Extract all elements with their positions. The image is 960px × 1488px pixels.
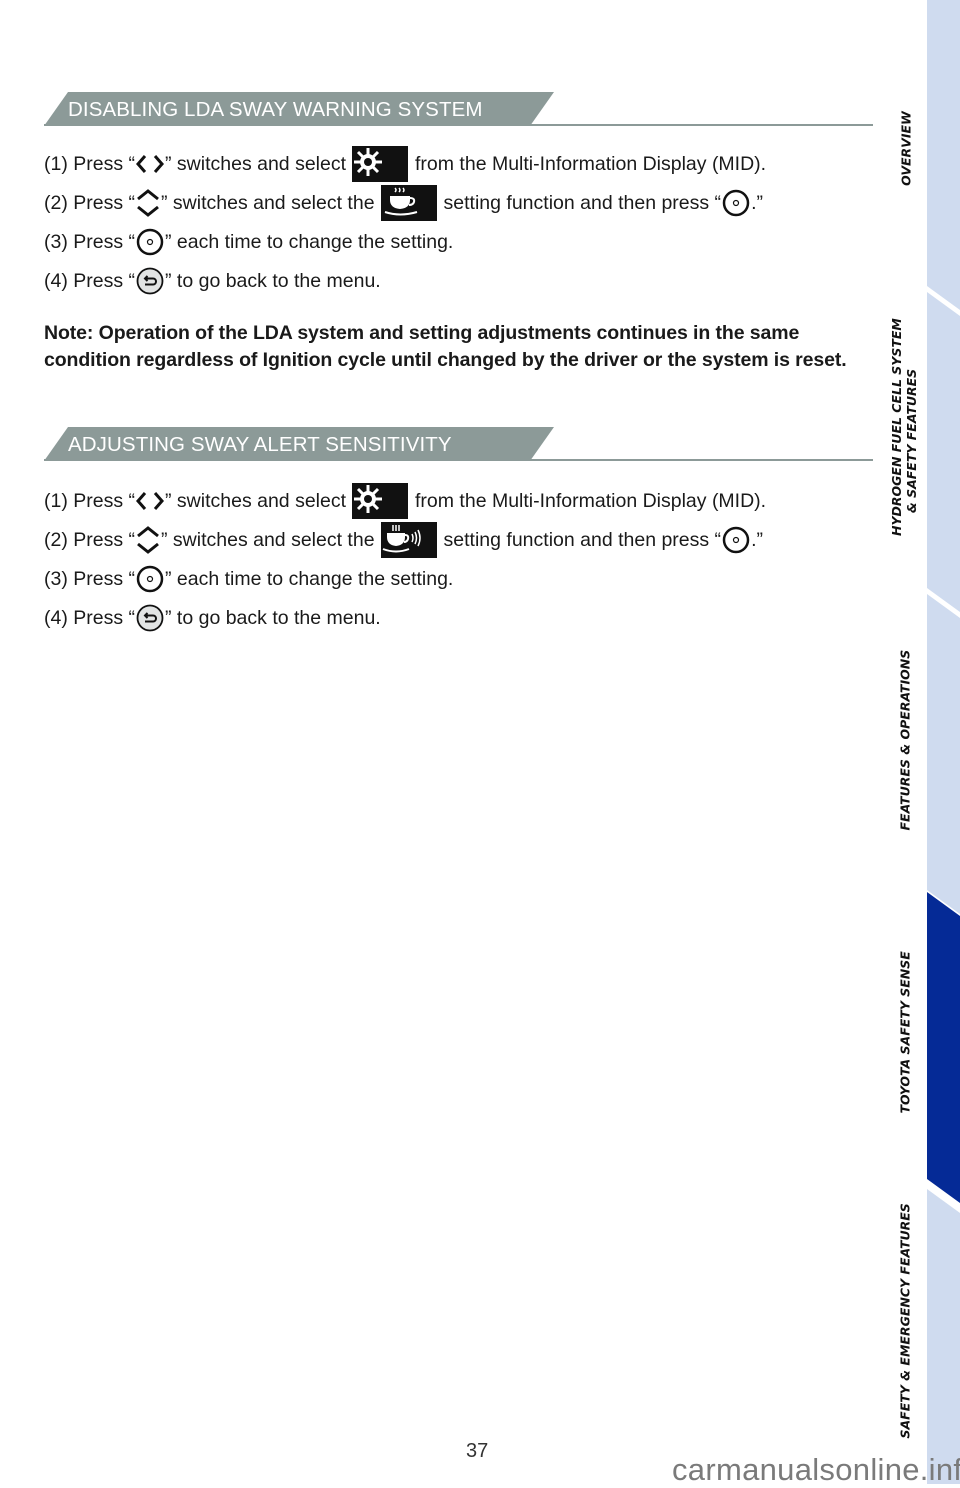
watermark: carmanualsonline.info (672, 1452, 960, 1487)
page-number: 37 (466, 1440, 489, 1462)
step-text: ” to go back to the menu. (165, 270, 381, 292)
ok-button-icon (721, 525, 751, 555)
step-2: (2) Press “ ” switches and select the se… (44, 185, 763, 221)
step-text: .” (751, 192, 763, 214)
step-text: (1) Press “ (44, 153, 136, 175)
step-text: ” each time to change the setting. (165, 568, 454, 590)
step-text: from the Multi-Information Display (MID)… (415, 153, 767, 175)
tab-features-shape[interactable] (927, 594, 960, 914)
tab-label-line1: HYDROGEN FUEL CELL SYSTEM (889, 318, 904, 536)
step-text: from the Multi-Information Display (MID)… (415, 490, 767, 512)
coffee-cup-sound-icon (380, 522, 437, 558)
sidebar-tab-features[interactable]: FEATURES & OPERATIONS (898, 650, 913, 831)
tab-toyota-safety-sense-shape[interactable] (927, 892, 960, 1203)
back-button-icon (135, 266, 165, 296)
tab-safety-emergency-shape[interactable] (927, 1189, 960, 1484)
step-text: (4) Press “ (44, 607, 136, 629)
step-text: ” to go back to the menu. (165, 607, 381, 629)
step-2: (2) Press “ ” switches and select the se… (44, 522, 763, 558)
step-3: (3) Press “ ” each time to change the se… (44, 226, 453, 258)
sidebar-tabs (927, 0, 960, 1484)
ok-button-icon (135, 564, 165, 594)
section-divider (44, 459, 873, 461)
step-1: (1) Press “ ” switches and select from t… (44, 483, 767, 519)
step-text: (4) Press “ (44, 270, 136, 292)
step-text: (2) Press “ (44, 529, 136, 551)
back-button-icon (135, 603, 165, 633)
sidebar-tab-hydrogen[interactable]: HYDROGEN FUEL CELL SYSTEM & SAFETY FEATU… (889, 318, 921, 536)
tab-label-line2: & SAFETY FEATURES (904, 368, 919, 514)
up-down-arrows-icon (135, 188, 161, 218)
step-text: .” (751, 529, 763, 551)
section-banner-disabling: DISABLING LDA SWAY WARNING SYSTEM (44, 92, 554, 126)
step-text: (3) Press “ (44, 231, 136, 253)
step-3: (3) Press “ ” each time to change the se… (44, 563, 453, 595)
ok-button-icon (135, 227, 165, 257)
tab-overview-shape[interactable] (927, 0, 960, 310)
tab-hydrogen-shape[interactable] (927, 292, 960, 612)
step-text: ” switches and select (165, 490, 347, 512)
left-right-arrows-icon (135, 152, 165, 176)
settings-gear-icon (352, 483, 409, 519)
step-text: ” switches and select the (161, 192, 375, 214)
sidebar-tab-overview[interactable]: OVERVIEW (899, 99, 914, 199)
step-4: (4) Press “ ” to go back to the menu. (44, 265, 381, 297)
step-text: setting function and then press “ (443, 529, 722, 551)
step-text: (2) Press “ (44, 192, 136, 214)
left-right-arrows-icon (135, 489, 165, 513)
step-text: setting function and then press “ (443, 192, 722, 214)
section-banner-adjusting: ADJUSTING SWAY ALERT SENSITIVITY (44, 427, 554, 461)
step-4: (4) Press “ ” to go back to the menu. (44, 602, 381, 634)
settings-gear-icon (352, 146, 409, 182)
section-title: DISABLING LDA SWAY WARNING SYSTEM (68, 98, 483, 121)
coffee-cup-icon (380, 185, 437, 221)
section-divider (44, 124, 873, 126)
section-title: ADJUSTING SWAY ALERT SENSITIVITY (68, 433, 452, 456)
step-1: (1) Press “ ” switches and select from t… (44, 146, 767, 182)
note-text: Note: Operation of the LDA system and se… (44, 322, 847, 371)
step-text: (3) Press “ (44, 568, 136, 590)
step-text: ” each time to change the setting. (165, 231, 454, 253)
step-text: ” switches and select (165, 153, 347, 175)
step-text: (1) Press “ (44, 490, 136, 512)
up-down-arrows-icon (135, 525, 161, 555)
step-text: ” switches and select the (161, 529, 375, 551)
sidebar-tab-safety-emergency[interactable]: SAFETY & EMERGENCY FEATURES (898, 1203, 913, 1438)
ok-button-icon (721, 188, 751, 218)
sidebar-tab-toyota-safety-sense[interactable]: TOYOTA SAFETY SENSE (898, 951, 913, 1113)
